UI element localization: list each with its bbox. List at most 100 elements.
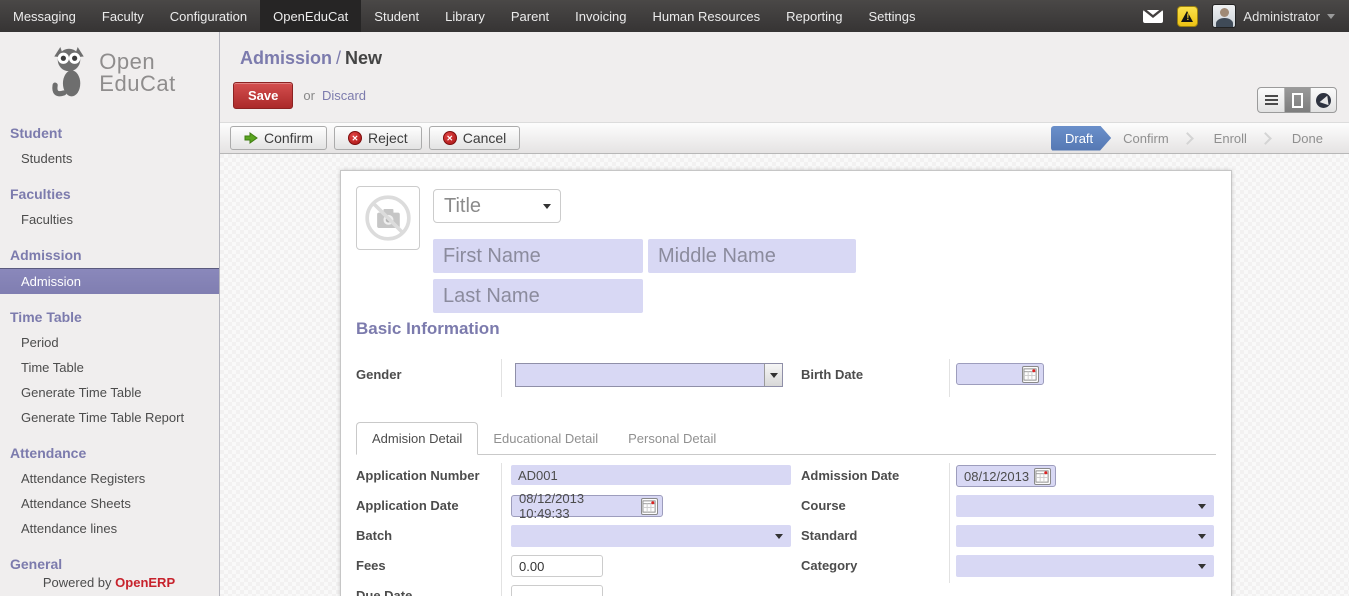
sidebar-item-time-table[interactable]: Time Table	[0, 355, 219, 380]
dropdown-button	[764, 364, 782, 386]
sidebar-item-period[interactable]: Period	[0, 330, 219, 355]
no-camera-icon	[359, 189, 417, 247]
nav-library[interactable]: Library	[432, 0, 498, 32]
nav-openeducat[interactable]: OpenEduCat	[260, 0, 361, 32]
category-select[interactable]	[956, 555, 1214, 577]
sidebar-section-admission: Admission Admission	[0, 242, 219, 294]
cancel-button[interactable]: Cancel	[429, 126, 521, 150]
chevron-right-icon	[1259, 132, 1272, 145]
sidebar-section-time-table: Time Table Period Time Table Generate Ti…	[0, 304, 219, 430]
course-select[interactable]	[956, 495, 1214, 517]
chevron-down-icon	[775, 534, 783, 539]
nav-student[interactable]: Student	[361, 0, 432, 32]
breadcrumb: Admission/New	[220, 32, 1349, 69]
sidebar-item-attendance-lines[interactable]: Attendance lines	[0, 516, 219, 541]
reject-button[interactable]: Reject	[334, 126, 422, 150]
photo-upload-box[interactable]	[356, 186, 420, 250]
nav-configuration[interactable]: Configuration	[157, 0, 260, 32]
sidebar-item-admission[interactable]: Admission	[0, 268, 219, 294]
save-button[interactable]: Save	[233, 82, 293, 109]
list-view-button[interactable]	[1258, 88, 1284, 112]
mail-icon[interactable]	[1143, 10, 1163, 23]
column-separator	[949, 463, 950, 583]
chevron-down-icon	[770, 373, 778, 378]
chevron-right-icon	[1181, 132, 1194, 145]
calendar-icon[interactable]	[1022, 366, 1039, 383]
topbar: Messaging Faculty Configuration OpenEduC…	[0, 0, 1349, 32]
list-icon	[1265, 95, 1278, 97]
chevron-down-icon	[1198, 504, 1206, 509]
sidebar-section-attendance: Attendance Attendance Registers Attendan…	[0, 440, 219, 541]
application-number-label: Application Number	[356, 468, 480, 483]
main-panel: Admission/New Save or Discard	[220, 32, 1349, 596]
logo-text-line1: Open	[99, 51, 175, 73]
application-date-input[interactable]: 08/12/2013 10:49:33	[511, 495, 663, 517]
last-name-input[interactable]	[433, 279, 643, 313]
breadcrumb-admission-link[interactable]: Admission	[240, 48, 332, 68]
middle-name-input[interactable]	[648, 239, 856, 273]
sidebar-item-attendance-sheets[interactable]: Attendance Sheets	[0, 491, 219, 516]
sidebar-item-faculties[interactable]: Faculties	[0, 207, 219, 232]
nav-faculty[interactable]: Faculty	[89, 0, 157, 32]
birth-date-input[interactable]	[956, 363, 1044, 385]
green-arrow-icon	[244, 132, 258, 144]
or-label: or	[303, 88, 315, 103]
tab-educational-detail[interactable]: Educational Detail	[478, 423, 613, 454]
red-cross-icon	[443, 131, 457, 145]
calendar-icon[interactable]	[641, 498, 658, 515]
calendar-icon[interactable]	[1034, 468, 1051, 485]
title-select[interactable]: Title	[433, 189, 561, 223]
discard-link[interactable]: Discard	[322, 88, 366, 103]
application-date-value: 08/12/2013 10:49:33	[519, 491, 636, 521]
due-date-input[interactable]	[511, 585, 603, 596]
warning-icon[interactable]	[1177, 6, 1198, 27]
nav-reporting[interactable]: Reporting	[773, 0, 855, 32]
app-window: Messaging Faculty Configuration OpenEduC…	[0, 0, 1349, 596]
application-number-input[interactable]	[511, 465, 791, 485]
form-view-button[interactable]	[1284, 88, 1310, 112]
sidebar-section-faculties: Faculties Faculties	[0, 181, 219, 232]
standard-select[interactable]	[956, 525, 1214, 547]
nav-settings[interactable]: Settings	[856, 0, 929, 32]
first-name-input[interactable]	[433, 239, 643, 273]
nav-messaging[interactable]: Messaging	[0, 0, 89, 32]
fees-label: Fees	[356, 558, 386, 573]
sidebar-item-students[interactable]: Students	[0, 146, 219, 171]
gender-label: Gender	[356, 367, 402, 382]
column-separator	[501, 463, 502, 596]
step-enroll: Enroll	[1202, 126, 1259, 151]
admission-date-input[interactable]: 08/12/2013	[956, 465, 1056, 487]
chevron-down-icon	[543, 204, 551, 209]
openerp-brand[interactable]: OpenERP	[115, 575, 175, 590]
openeducat-logo: Open EduCat	[0, 32, 219, 110]
sidebar-section-student: Student Students	[0, 120, 219, 171]
tab-personal-detail[interactable]: Personal Detail	[613, 423, 731, 454]
top-navigation: Messaging Faculty Configuration OpenEduC…	[0, 0, 929, 32]
gender-select[interactable]	[515, 363, 783, 387]
sidebar-item-attendance-registers[interactable]: Attendance Registers	[0, 466, 219, 491]
user-name: Administrator	[1243, 9, 1320, 24]
cat-logo-icon	[43, 46, 95, 100]
statusbar-buttons: Confirm Reject Cancel	[230, 126, 520, 150]
sidebar-heading-admission: Admission	[0, 242, 219, 268]
nav-invoicing[interactable]: Invoicing	[562, 0, 639, 32]
user-menu[interactable]: Administrator	[1212, 4, 1335, 28]
fees-input[interactable]	[511, 555, 603, 577]
view-switcher	[1257, 87, 1337, 113]
powered-by-footer: Powered by OpenERP	[0, 572, 218, 596]
category-label: Category	[801, 558, 857, 573]
confirm-button-label: Confirm	[264, 130, 313, 146]
nav-human-resources[interactable]: Human Resources	[639, 0, 773, 32]
sidebar-item-generate-time-table-report[interactable]: Generate Time Table Report	[0, 405, 219, 430]
content-area: Title Basic Information Gender Birth Dat	[220, 154, 1349, 596]
sidebar-item-generate-time-table[interactable]: Generate Time Table	[0, 380, 219, 405]
chevron-down-icon	[1198, 564, 1206, 569]
kanban-view-button[interactable]	[1310, 88, 1336, 112]
confirm-button[interactable]: Confirm	[230, 126, 327, 150]
step-draft: Draft	[1051, 126, 1111, 151]
nav-parent[interactable]: Parent	[498, 0, 562, 32]
tab-admision-detail[interactable]: Admision Detail	[356, 422, 478, 455]
batch-select[interactable]	[511, 525, 791, 547]
batch-label: Batch	[356, 528, 392, 543]
sidebar-heading-attendance: Attendance	[0, 440, 219, 466]
